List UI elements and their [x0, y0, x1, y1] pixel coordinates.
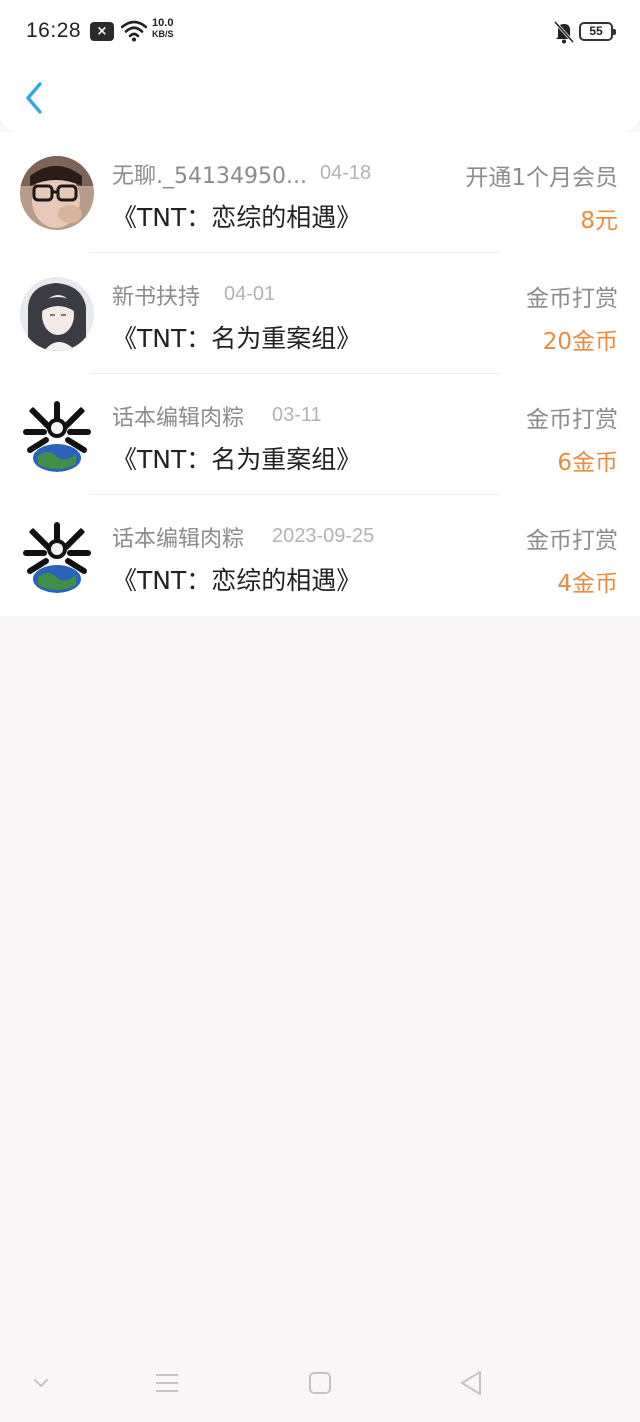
- skull-globe-avatar[interactable]: [20, 519, 94, 593]
- list-item[interactable]: 话本编辑肉粽 03-11 金币打赏 《TNT：名为重案组》 6金币: [0, 374, 640, 495]
- list-item[interactable]: 话本编辑肉粽 2023-09-25 金币打赏 《TNT：恋综的相遇》 4金币: [0, 495, 640, 616]
- item-amount: 20金币: [542, 329, 618, 355]
- list-item[interactable]: 新书扶持 04-01 金币打赏 《TNT：名为重案组》 20金币: [0, 253, 640, 374]
- status-time: 16:28: [26, 19, 82, 42]
- item-type: 金币打赏: [526, 286, 618, 312]
- item-date: 03-11: [272, 404, 322, 426]
- x-mark-icon: ×: [90, 22, 114, 41]
- network-speed: 10.0 KB/S: [152, 18, 174, 40]
- item-date: 04-18: [320, 162, 372, 184]
- skull-globe-avatar[interactable]: [20, 398, 94, 472]
- item-book-title: 《TNT：恋综的相遇》: [112, 566, 362, 595]
- bell-off-icon: [554, 20, 574, 44]
- item-username: 话本编辑肉粽: [112, 406, 245, 431]
- status-bar: 16:28 × 10.0 KB/S 55: [0, 0, 640, 64]
- item-date: 2023-09-25: [272, 525, 375, 547]
- chevron-left-icon[interactable]: [20, 78, 52, 118]
- square-home-icon[interactable]: [305, 1368, 335, 1398]
- chevron-down-icon[interactable]: [26, 1368, 56, 1398]
- item-username: 无聊._54134950...: [112, 164, 307, 189]
- item-book-title: 《TNT：恋综的相遇》: [112, 203, 362, 232]
- item-type: 开通1个月会员: [465, 165, 618, 191]
- menu-icon[interactable]: [152, 1368, 182, 1398]
- system-nav-bar: [0, 1350, 640, 1422]
- reward-list: 无聊._54134950... 04-18 开通1个月会员 《TNT：恋综的相遇…: [0, 132, 640, 616]
- app-screen: 16:28 × 10.0 KB/S 55 无聊._54134950... 04-…: [0, 0, 640, 1422]
- anime-character-avatar[interactable]: [20, 277, 94, 351]
- item-book-title: 《TNT：名为重案组》: [112, 324, 362, 353]
- user-photo-avatar[interactable]: [20, 156, 94, 230]
- item-amount: 4金币: [557, 571, 618, 597]
- speed-unit: KB/S: [152, 29, 174, 39]
- item-type: 金币打赏: [526, 528, 618, 554]
- item-username: 新书扶持: [112, 285, 201, 310]
- item-amount: 8元: [580, 208, 618, 234]
- list-item[interactable]: 无聊._54134950... 04-18 开通1个月会员 《TNT：恋综的相遇…: [0, 132, 640, 253]
- wifi-icon: [121, 20, 147, 42]
- item-type: 金币打赏: [526, 407, 618, 433]
- item-book-title: 《TNT：名为重案组》: [112, 445, 362, 474]
- speed-value: 10.0: [152, 17, 174, 29]
- battery-indicator: 55: [579, 22, 616, 41]
- header-area: 16:28 × 10.0 KB/S 55: [0, 0, 640, 132]
- item-date: 04-01: [224, 283, 276, 305]
- triangle-back-icon[interactable]: [456, 1368, 486, 1398]
- item-amount: 6金币: [557, 450, 618, 476]
- item-username: 话本编辑肉粽: [112, 527, 245, 552]
